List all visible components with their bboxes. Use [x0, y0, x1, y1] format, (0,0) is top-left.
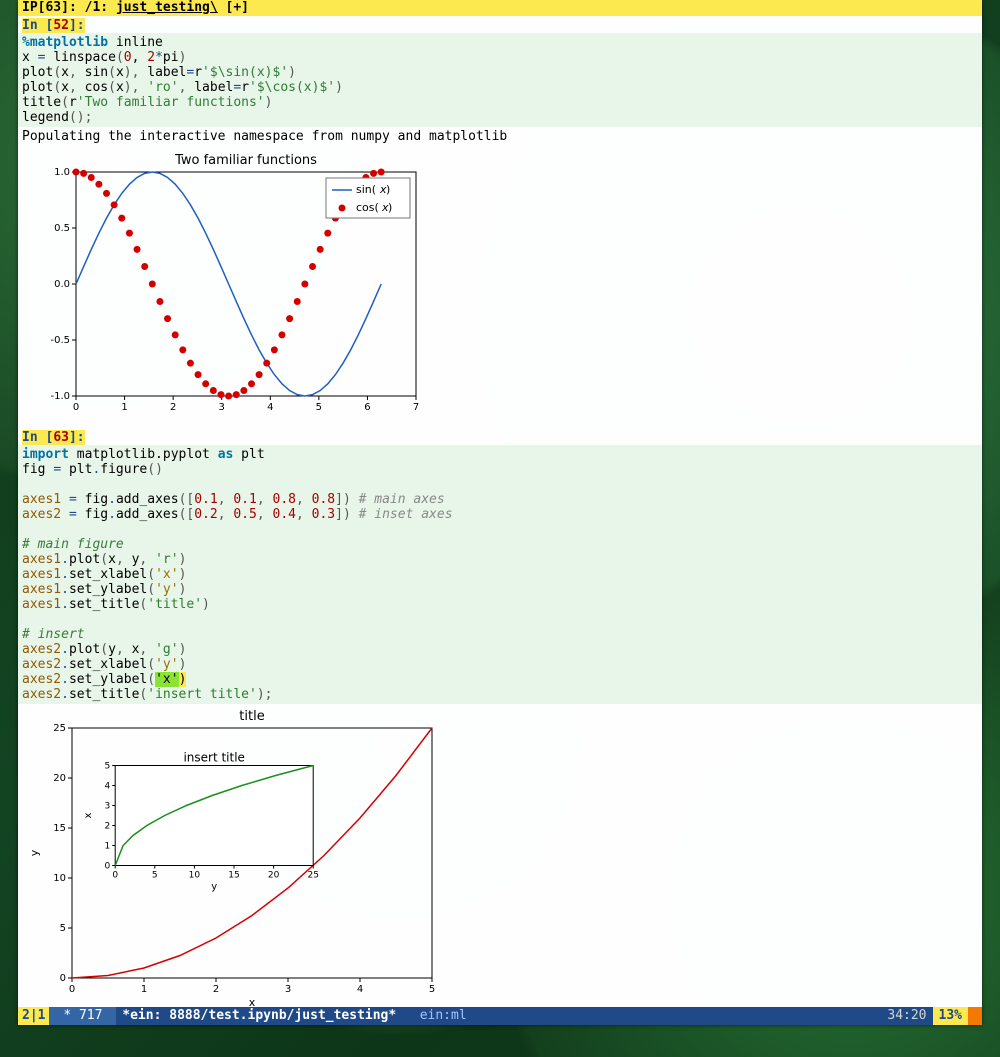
statusbar: 2|1 * 717 *ein: 8888/test.ipynb/just_tes…: [18, 1007, 982, 1025]
svg-text:y: y: [211, 882, 217, 893]
svg-text:1: 1: [141, 984, 147, 995]
svg-text:10: 10: [53, 873, 66, 884]
svg-text:sin(: sin(: [356, 183, 376, 196]
svg-text:0.0: 0.0: [54, 279, 70, 290]
svg-text:2: 2: [104, 822, 110, 832]
svg-text:15: 15: [53, 823, 66, 834]
svg-text:0: 0: [73, 402, 79, 413]
svg-text:5: 5: [60, 923, 66, 934]
svg-text:0.5: 0.5: [54, 223, 70, 234]
svg-text:4: 4: [104, 782, 110, 792]
svg-text:): ): [388, 201, 392, 214]
svg-text:20: 20: [268, 871, 280, 881]
title-prefix: IP[: [22, 0, 45, 15]
cell-52-prompt: In [52]:: [22, 18, 85, 33]
cell-63-plot: title0123450510152025xyinsert title05101…: [18, 704, 982, 1007]
svg-text:x: x: [249, 996, 256, 1007]
svg-text:25: 25: [307, 871, 318, 881]
svg-text:0: 0: [112, 871, 118, 881]
cell-63[interactable]: In [63]: import matplotlib.pyplot as plt…: [18, 428, 982, 1007]
svg-text:title: title: [239, 709, 264, 724]
svg-text:10: 10: [189, 871, 201, 881]
svg-text:5: 5: [429, 984, 435, 995]
cell-52-stdout: Populating the interactive namespace fro…: [18, 127, 982, 146]
cell-52-plot: Two familiar functions 0 1 2 3 4 5 6 7 -1.0 -0.5 0.…: [18, 146, 982, 422]
svg-text:6: 6: [364, 402, 370, 413]
svg-text:1.0: 1.0: [54, 167, 70, 178]
cell-63-prompt: In [63]:: [22, 430, 85, 445]
svg-text:0: 0: [69, 984, 75, 995]
svg-text:1: 1: [104, 842, 110, 852]
svg-text:insert title: insert title: [183, 751, 245, 765]
svg-text:4: 4: [357, 984, 363, 995]
svg-text:-1.0: -1.0: [50, 391, 70, 402]
notebook-content[interactable]: In [52]: %matplotlib inline x = linspace…: [18, 16, 982, 1007]
svg-text:y: y: [28, 849, 41, 856]
cell-52[interactable]: In [52]: %matplotlib inline x = linspace…: [18, 16, 982, 422]
desktop-background: IP[63]: /1: just_testing\ [+] In [52]: %…: [0, 0, 1000, 1057]
svg-text:cos(: cos(: [356, 201, 379, 214]
cell-63-code[interactable]: import matplotlib.pyplot as plt fig = pl…: [18, 445, 982, 704]
title-suffix: [+]: [218, 0, 249, 15]
emacs-window[interactable]: IP[63]: /1: just_testing\ [+] In [52]: %…: [18, 0, 982, 1025]
status-end-cap: [968, 1007, 982, 1025]
svg-text:15: 15: [228, 871, 239, 881]
cell-52-code[interactable]: %matplotlib inline x = linspace(0, 2*pi)…: [18, 33, 982, 127]
status-workspace: 2|1: [18, 1007, 49, 1025]
svg-text:5: 5: [316, 402, 322, 413]
title-mid: ]: /1:: [61, 0, 116, 15]
status-modified: * 717: [49, 1007, 116, 1025]
status-position: 34:20: [881, 1007, 932, 1025]
svg-text:5: 5: [152, 871, 158, 881]
svg-text:2: 2: [213, 984, 219, 995]
svg-text:3: 3: [285, 984, 291, 995]
titlebar: IP[63]: /1: just_testing\ [+]: [18, 0, 982, 16]
svg-text:-0.5: -0.5: [50, 335, 70, 346]
svg-text:2: 2: [170, 402, 176, 413]
svg-text:1: 1: [121, 402, 127, 413]
inset-axes-plot: title0123450510152025xyinsert title05101…: [26, 708, 446, 1007]
svg-text:): ): [386, 183, 390, 196]
title-exec-count: 63: [45, 0, 61, 15]
svg-text:Two familiar functions: Two familiar functions: [174, 153, 317, 168]
svg-text:5: 5: [104, 762, 110, 772]
two-familiar-functions-plot: Two familiar functions 0 1 2 3 4 5 6 7 -1.0 -0.5 0.…: [26, 150, 426, 418]
svg-text:7: 7: [413, 402, 419, 413]
status-percent: 13%: [933, 1007, 968, 1025]
svg-text:4: 4: [267, 402, 273, 413]
svg-text:20: 20: [53, 773, 66, 784]
svg-text:x: x: [83, 812, 94, 818]
svg-text:0: 0: [60, 973, 66, 984]
svg-text:0: 0: [104, 862, 110, 872]
status-buffer: *ein: 8888/test.ipynb/just_testing* ein:…: [116, 1007, 881, 1025]
title-filename: just_testing\: [116, 0, 218, 15]
svg-text:25: 25: [53, 723, 66, 734]
svg-text:3: 3: [219, 402, 225, 413]
svg-text:3: 3: [104, 802, 110, 812]
